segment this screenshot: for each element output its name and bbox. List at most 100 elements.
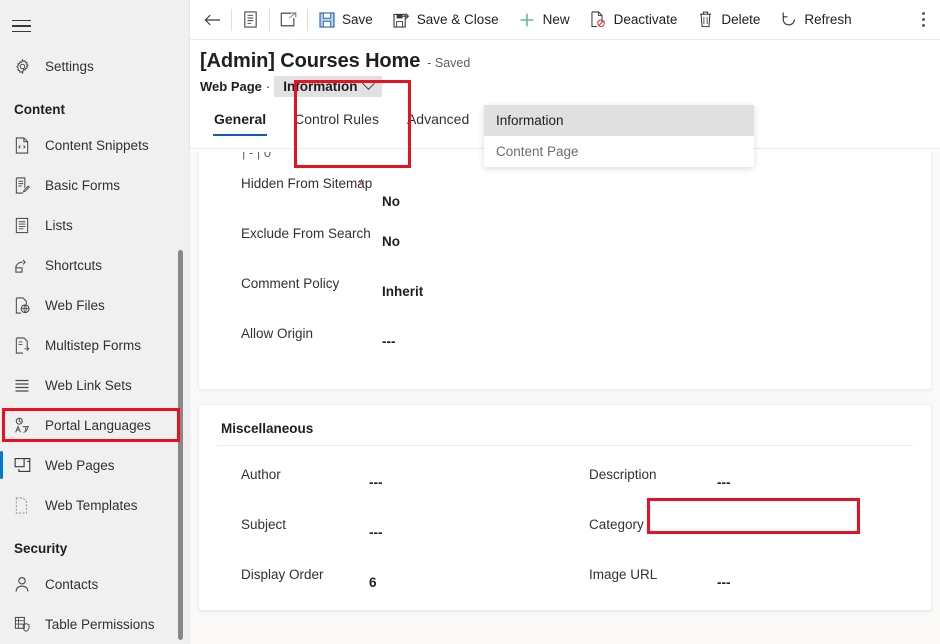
sidebar-item-basic-forms[interactable]: Basic Forms: [0, 165, 190, 205]
sidebar-item-shortcuts[interactable]: Shortcuts: [0, 245, 190, 285]
command-label: Delete: [721, 12, 760, 27]
section-divider: [217, 445, 913, 446]
field-label: Author: [217, 465, 369, 484]
sidebar-item-label: Portal Languages: [36, 418, 151, 433]
field-row-subject-category: Subject --- Category ---: [217, 502, 913, 552]
trash-icon: [697, 11, 714, 28]
field-label: Category: [565, 515, 717, 534]
field-row-allow-origin: Allow Origin ---: [217, 311, 913, 361]
new-button[interactable]: New: [509, 0, 580, 40]
command-label: New: [543, 12, 570, 27]
field-value: 6: [369, 565, 377, 590]
form-selector[interactable]: Information: [274, 76, 382, 97]
plus-icon: [519, 11, 536, 28]
field-label: Display Order: [217, 565, 369, 584]
sidebar-item-label: Basic Forms: [36, 178, 120, 193]
sidebar-item-content-snippets[interactable]: Content Snippets: [0, 125, 190, 165]
field-label: Description: [565, 465, 717, 484]
sidebar-item-web-pages[interactable]: Web Pages: [0, 445, 190, 485]
field-value: ---: [717, 515, 731, 540]
delete-button[interactable]: Delete: [687, 0, 770, 40]
sidebar-item-label: Content Snippets: [36, 138, 149, 153]
sidebar-item-contacts[interactable]: Contacts: [0, 564, 190, 604]
flyout-option-content-page[interactable]: Content Page: [484, 136, 754, 167]
tab-advanced[interactable]: Advanced: [393, 111, 483, 136]
breadcrumb: Web Page · Information: [200, 76, 940, 97]
save-icon: [318, 11, 335, 28]
save-button[interactable]: Save: [308, 0, 383, 40]
sidebar-item-label: Table Permissions: [36, 617, 155, 632]
save-and-close-icon: [393, 11, 410, 28]
chevron-down-icon: [363, 77, 376, 90]
field-display-order[interactable]: Display Order 6: [217, 552, 565, 590]
field-label: Image URL: [565, 565, 717, 584]
field-description[interactable]: Description ---: [565, 452, 913, 490]
field-category[interactable]: Category ---: [565, 502, 913, 540]
field-subject[interactable]: Subject ---: [217, 502, 565, 540]
save-status: - Saved: [427, 56, 470, 70]
main-content: Save Save & Close: [190, 0, 940, 644]
field-hidden-from-sitemap[interactable]: Hidden From Sitemap * No: [217, 161, 913, 209]
sidebar-item-web-templates[interactable]: Web Templates: [0, 485, 190, 525]
page-title: [Admin] Courses Home: [200, 50, 420, 73]
sidebar-item-label: Contacts: [36, 577, 98, 592]
sidebar-item-portal-languages[interactable]: Portal Languages: [0, 405, 190, 445]
field-author[interactable]: Author ---: [217, 452, 565, 490]
field-exclude-from-search[interactable]: Exclude From Search No: [217, 211, 913, 249]
contact-icon: [14, 574, 36, 594]
field-row-exclude-from-search: Exclude From Search No: [217, 211, 913, 261]
sidebar-group-security: Security: [0, 525, 190, 564]
sidebar-item-multistep-forms[interactable]: Multistep Forms: [0, 325, 190, 365]
sidebar-item-label: Multistep Forms: [36, 338, 141, 353]
field-value: ---: [382, 324, 396, 349]
field-comment-policy[interactable]: Comment Policy Inherit: [217, 261, 913, 299]
field-row-comment-policy: Comment Policy Inherit: [217, 261, 913, 311]
sidebar-item-label: Web Templates: [36, 498, 138, 513]
field-value: ---: [717, 565, 731, 590]
sidebar-item-lists[interactable]: Lists: [0, 205, 190, 245]
form-selector-value: Information: [283, 79, 357, 94]
basic-form-icon: [14, 175, 36, 195]
sidebar-item-label: Web Link Sets: [36, 378, 132, 393]
field-image-url[interactable]: Image URL ---: [565, 552, 913, 590]
section-title: Miscellaneous: [217, 405, 913, 445]
sidebar-group-content: Content: [0, 86, 190, 125]
web-template-icon: [14, 495, 36, 515]
field-value: ---: [717, 465, 731, 490]
sidebar-item-web-link-sets[interactable]: Web Link Sets: [0, 365, 190, 405]
command-bar: Save Save & Close: [190, 0, 940, 40]
deactivate-button[interactable]: Deactivate: [580, 0, 688, 40]
hamburger-menu-icon[interactable]: [0, 6, 42, 46]
open-in-new-window-icon: [280, 11, 297, 28]
form-selector-flyout[interactable]: Information Content Page: [484, 105, 754, 167]
field-label-text: Hidden From Sitemap: [241, 176, 372, 191]
form-button[interactable]: [232, 0, 269, 40]
sidebar-item-label: Web Files: [36, 298, 105, 313]
sidebar-item-settings[interactable]: Settings: [0, 46, 190, 86]
back-arrow-icon: [204, 11, 221, 28]
portal-language-icon: [14, 415, 36, 435]
list-icon: [14, 215, 36, 235]
sitemap-sidebar: Settings Content Content Snippets Basic …: [0, 0, 190, 644]
tab-general[interactable]: General: [200, 111, 280, 136]
field-allow-origin[interactable]: Allow Origin ---: [217, 311, 913, 349]
sidebar-item-label: Shortcuts: [36, 258, 102, 273]
tab-control-rules[interactable]: Control Rules: [280, 111, 393, 136]
more-commands-icon[interactable]: [906, 0, 940, 40]
save-and-close-button[interactable]: Save & Close: [383, 0, 509, 40]
web-link-set-icon: [14, 375, 36, 395]
field-row-author-description: Author --- Description ---: [217, 452, 913, 502]
sidebar-item-web-files[interactable]: Web Files: [0, 285, 190, 325]
command-label: Save: [342, 12, 373, 27]
open-in-new-window-button[interactable]: [270, 0, 307, 40]
flyout-option-information[interactable]: Information: [484, 105, 754, 136]
sidebar-scrollbar[interactable]: [178, 250, 183, 640]
entity-name: Web Page: [200, 79, 262, 94]
refresh-button[interactable]: Refresh: [770, 0, 861, 40]
back-button[interactable]: [194, 0, 231, 40]
sidebar-item-table-permissions[interactable]: Table Permissions: [0, 604, 190, 644]
command-label: Save & Close: [417, 12, 499, 27]
command-label: Refresh: [804, 12, 851, 27]
table-permission-icon: [14, 614, 36, 634]
field-label: Allow Origin: [217, 324, 382, 343]
